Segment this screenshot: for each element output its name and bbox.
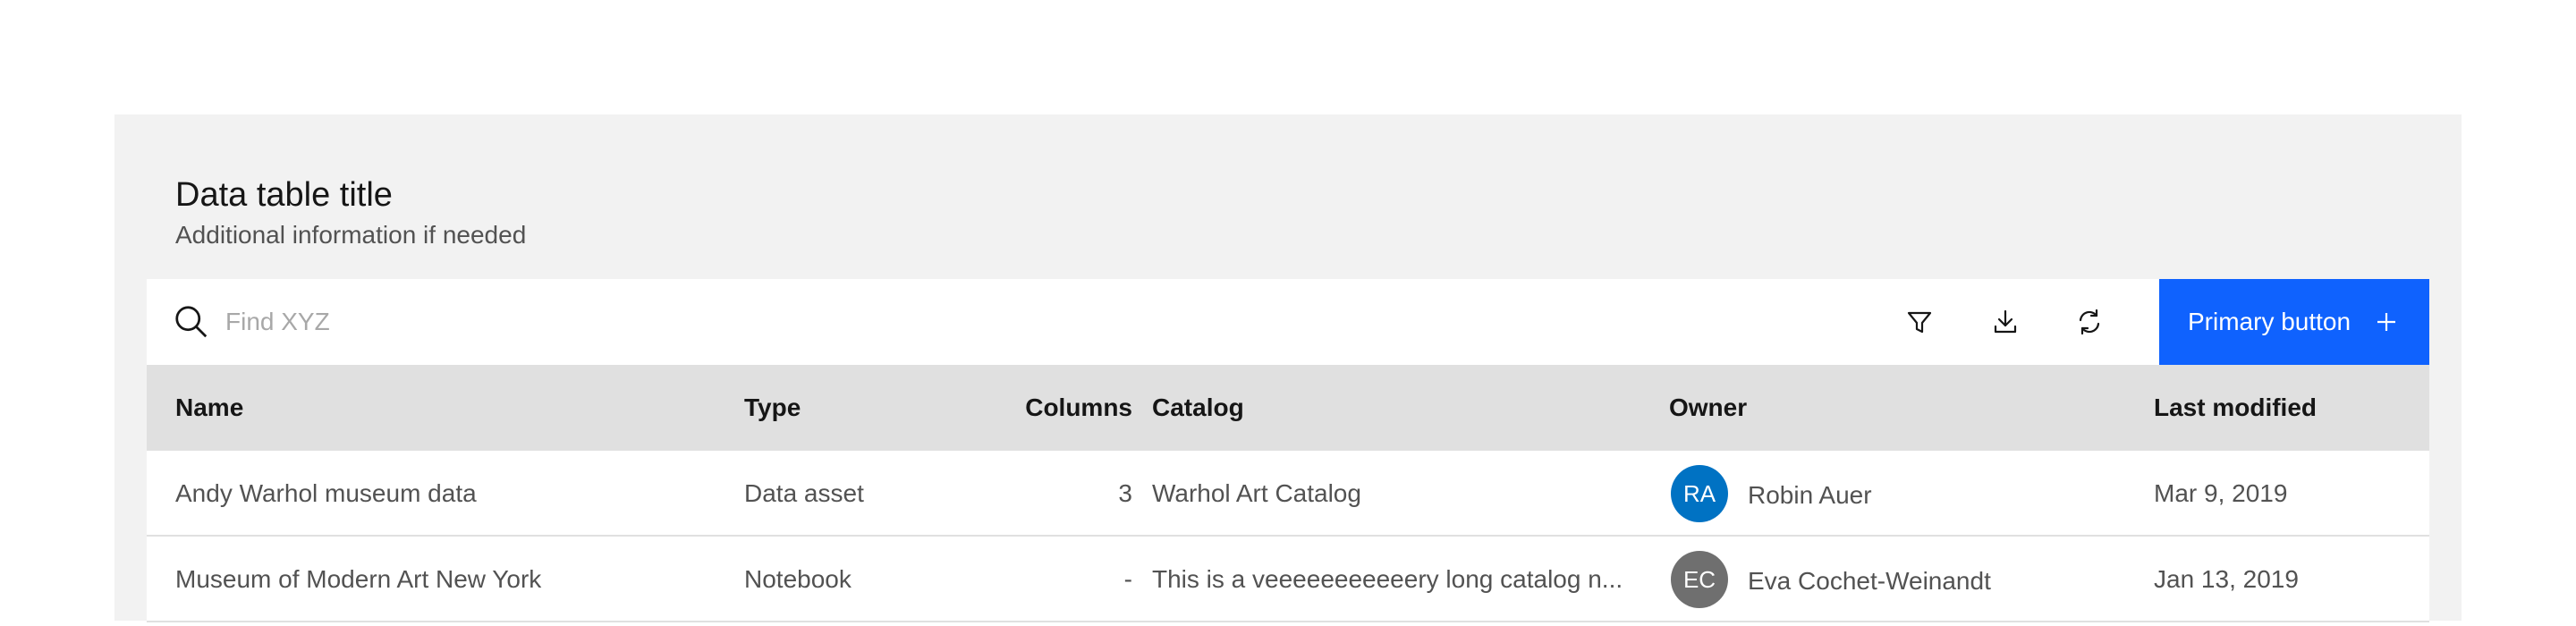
cell-columns: - — [1123, 565, 1132, 593]
filter-button[interactable] — [1877, 279, 1962, 365]
primary-button-label: Primary button — [2188, 308, 2351, 335]
cell-catalog: Warhol Art Catalog — [1152, 479, 1361, 507]
search-icon — [175, 306, 208, 338]
table-toolbar: Primary button — [147, 279, 2429, 365]
cell-columns: 3 — [1118, 479, 1132, 507]
table-row[interactable]: Museum of Modern Art New York Notebook -… — [147, 537, 2429, 622]
cell-owner-name: Robin Auer — [1748, 481, 1872, 509]
cell-owner-name: Eva Cochet-Weinandt — [1748, 567, 1991, 595]
table-description: Additional information if needed — [175, 221, 527, 249]
search-input[interactable] — [225, 295, 1120, 349]
refresh-button[interactable] — [2046, 279, 2132, 365]
cell-last-modified: Mar 9, 2019 — [2154, 479, 2288, 507]
column-header-type[interactable]: Type — [744, 365, 941, 451]
table-header-row: Name Type Columns Catalog Owner Last mod… — [147, 365, 2429, 451]
column-header-columns[interactable]: Columns — [934, 365, 1132, 451]
column-header-last-modified[interactable]: Last modified — [2154, 365, 2422, 451]
cell-last-modified: Jan 13, 2019 — [2154, 565, 2299, 593]
avatar: EC — [1671, 551, 1728, 608]
download-icon — [1994, 309, 2017, 334]
download-button[interactable] — [1962, 279, 2048, 365]
table-row[interactable]: Andy Warhol museum data Data asset 3 War… — [147, 451, 2429, 537]
column-header-name[interactable]: Name — [175, 365, 712, 451]
table-title: Data table title — [175, 176, 393, 214]
primary-button[interactable]: Primary button — [2159, 279, 2429, 365]
column-header-catalog[interactable]: Catalog — [1152, 365, 1653, 451]
cell-catalog: This is a veeeeeeeeeeery long catalog n.… — [1152, 565, 1623, 593]
data-table-container: Data table title Additional information … — [114, 114, 2462, 622]
filter-icon — [1907, 311, 1932, 334]
column-header-owner[interactable]: Owner — [1669, 365, 2134, 451]
refresh-icon — [2079, 309, 2100, 335]
cell-type: Notebook — [744, 565, 852, 593]
cell-type: Data asset — [744, 479, 864, 507]
cell-name: Museum of Modern Art New York — [175, 565, 542, 593]
plus-icon — [2377, 313, 2395, 331]
avatar: RA — [1671, 465, 1728, 522]
cell-name: Andy Warhol museum data — [175, 479, 477, 507]
